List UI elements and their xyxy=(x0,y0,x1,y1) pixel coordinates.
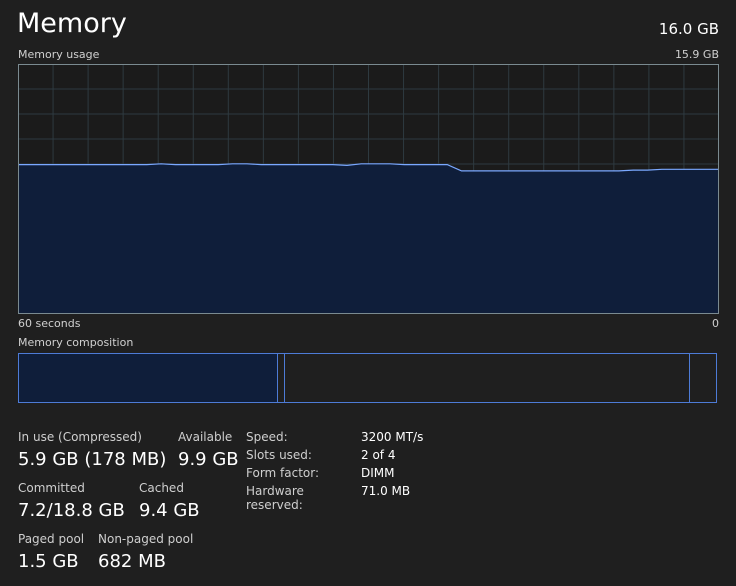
composition-in-use xyxy=(19,354,278,402)
graph-label: Memory usage xyxy=(18,48,100,61)
composition-standby xyxy=(285,354,691,402)
hardware-reserved-value: 71.0 MB xyxy=(361,484,411,498)
in-use-value: 5.9 GB (178 MB) xyxy=(18,449,167,470)
memory-usage-graph xyxy=(18,64,719,314)
spec-hardware-reserved: Hardware reserved: 71.0 MB xyxy=(246,484,423,512)
spec-speed: Speed: 3200 MT/s xyxy=(246,430,423,448)
page-title: Memory xyxy=(17,8,127,39)
available-label: Available xyxy=(178,430,233,444)
spec-form-factor: Form factor: DIMM xyxy=(246,466,423,484)
cached-value: 9.4 GB xyxy=(139,500,200,521)
stat-available: Available 9.9 GB xyxy=(178,430,239,470)
committed-value: 7.2/18.8 GB xyxy=(18,500,125,521)
composition-label: Memory composition xyxy=(18,336,134,349)
graph-max-label: 15.9 GB xyxy=(674,48,719,61)
paged-pool-value: 1.5 GB xyxy=(18,551,79,572)
paged-pool-label: Paged pool xyxy=(18,532,85,546)
stat-paged-pool: Paged pool 1.5 GB xyxy=(18,532,84,572)
committed-label: Committed xyxy=(18,481,85,495)
slots-value: 2 of 4 xyxy=(361,448,396,462)
memory-composition-bar xyxy=(18,353,717,403)
total-memory: 16.0 GB xyxy=(658,20,719,38)
cached-label: Cached xyxy=(139,481,184,495)
usage-area xyxy=(18,163,719,314)
memory-panel: Memory 16.0 GB Memory usage 15.9 GB 60 s… xyxy=(0,0,736,586)
stat-in-use: In use (Compressed) 5.9 GB (178 MB) xyxy=(18,430,166,470)
time-span-label: 60 seconds xyxy=(18,317,81,330)
composition-free xyxy=(690,354,716,402)
speed-value: 3200 MT/s xyxy=(361,430,424,444)
available-value: 9.9 GB xyxy=(178,449,239,470)
speed-label: Speed: xyxy=(246,430,288,444)
in-use-label: In use (Compressed) xyxy=(18,430,142,444)
hardware-reserved-label: Hardware reserved: xyxy=(246,484,304,512)
form-factor-value: DIMM xyxy=(361,466,395,480)
stat-committed: Committed 7.2/18.8 GB xyxy=(18,481,125,521)
composition-modified xyxy=(278,354,285,402)
stat-cached: Cached 9.4 GB xyxy=(139,481,200,521)
nonpaged-pool-value: 682 MB xyxy=(98,551,166,572)
stat-nonpaged-pool: Non-paged pool 682 MB xyxy=(98,532,193,572)
slots-label: Slots used: xyxy=(246,448,312,462)
form-factor-label: Form factor: xyxy=(246,466,320,480)
graph-zero-label: 0 xyxy=(712,317,719,330)
nonpaged-pool-label: Non-paged pool xyxy=(98,532,194,546)
hardware-specs: Speed: 3200 MT/s Slots used: 2 of 4 Form… xyxy=(246,430,423,512)
spec-slots: Slots used: 2 of 4 xyxy=(246,448,423,466)
